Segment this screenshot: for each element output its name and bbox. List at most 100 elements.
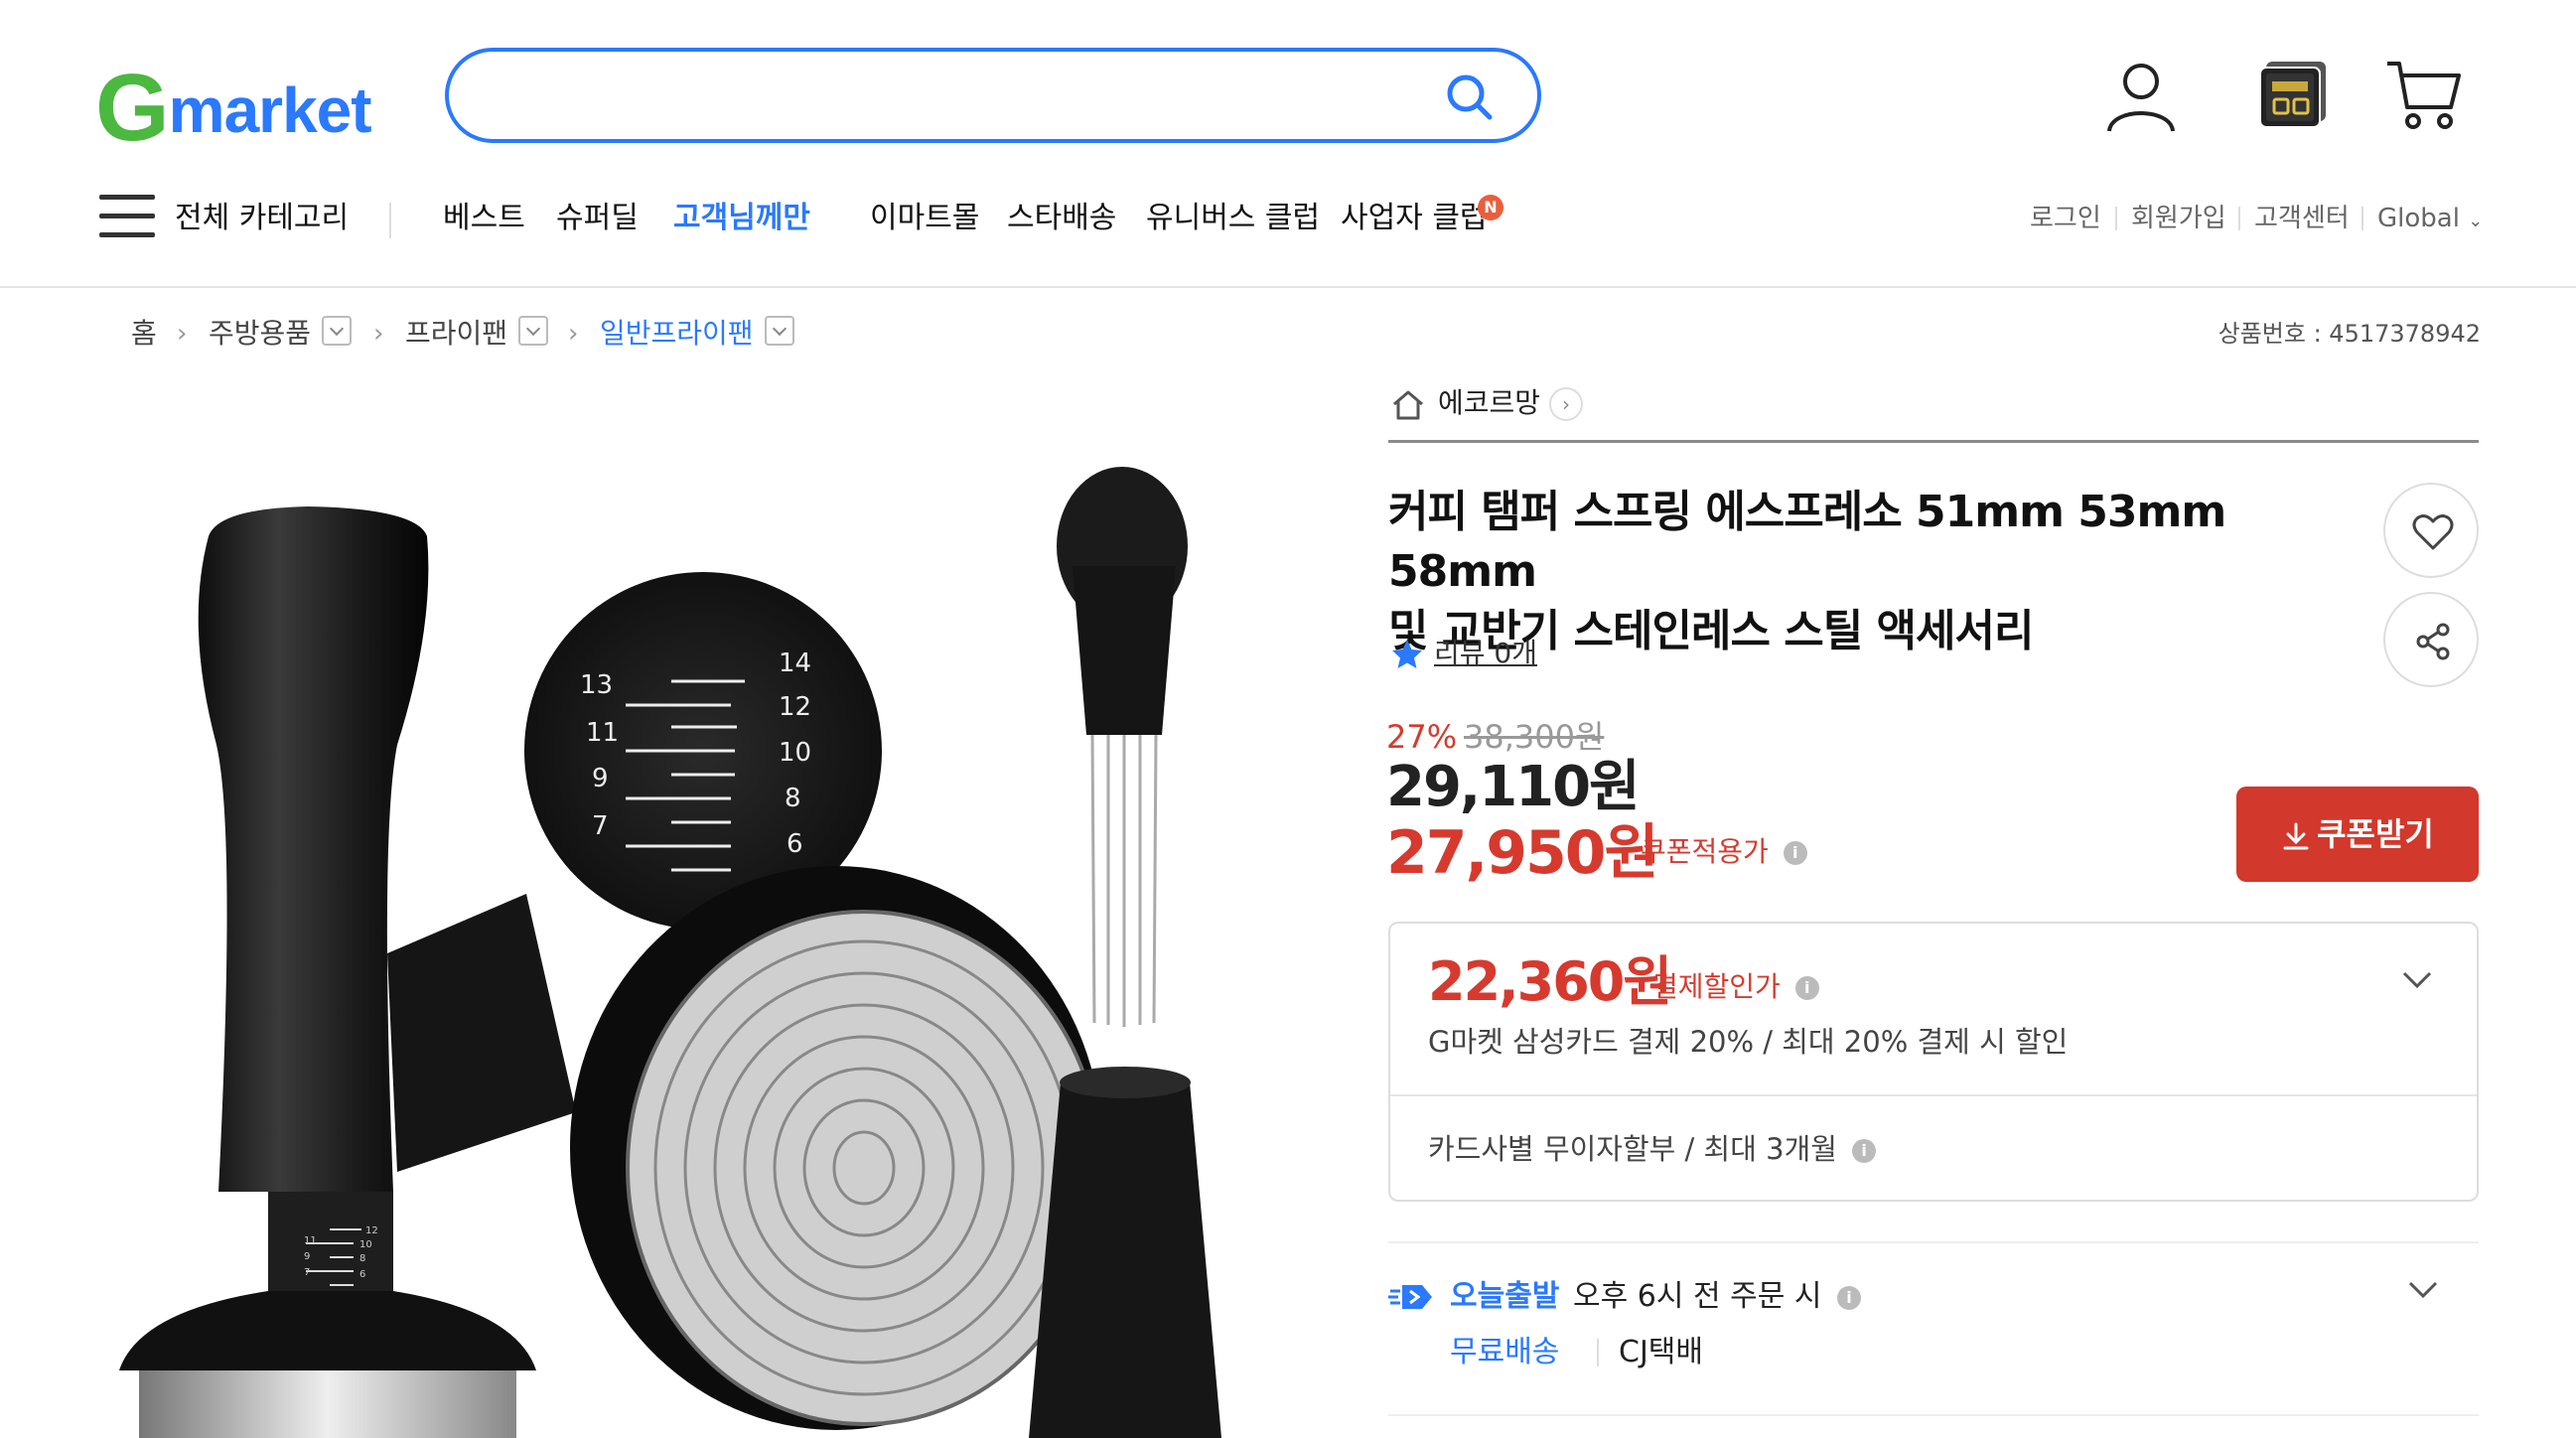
nav-item-star-delivery[interactable]: 스타배송	[1007, 197, 1116, 240]
tamper-base	[119, 1291, 536, 1370]
small-scale-label: 9	[304, 1251, 310, 1262]
util-divider	[2361, 207, 2363, 230]
util-divider	[2115, 207, 2117, 230]
breadcrumb-kitchen[interactable]: 주방용품	[209, 314, 311, 354]
breadcrumb-arrow-icon: ›	[568, 319, 579, 349]
payment-divider	[1390, 1094, 2477, 1096]
search-icon[interactable]	[1442, 70, 1498, 125]
shipping-divider	[1388, 1241, 2479, 1243]
small-scale-label: 6	[359, 1269, 365, 1280]
small-scale-label: 11	[304, 1235, 317, 1246]
product-image[interactable]: 11 9 7 12 10 8 6 13 11 9 7 14 12 10 8 6	[99, 417, 1311, 1438]
stirrer-cap	[1029, 1082, 1221, 1438]
nav-item-emart[interactable]: 이마트몰	[870, 197, 979, 240]
coupon-price: 27,950원	[1386, 818, 1659, 888]
download-icon	[2283, 822, 2309, 850]
all-categories-button[interactable]: 전체 카테고리	[175, 197, 349, 240]
chevron-down-icon[interactable]	[2401, 963, 2433, 995]
user-icon[interactable]	[2101, 56, 2181, 135]
star-icon	[1392, 640, 1422, 668]
breadcrumb-dropdown-icon[interactable]	[765, 316, 794, 346]
cart-icon[interactable]	[2383, 56, 2463, 135]
chevron-down-icon[interactable]	[2407, 1273, 2439, 1305]
nav-divider	[389, 203, 391, 238]
nav-item-best[interactable]: 베스트	[443, 197, 525, 240]
coupon-label-text: 쿠폰적용가	[1641, 835, 1769, 868]
tamper-scale-collar	[268, 1192, 393, 1291]
coupon-button-label: 쿠폰받기	[2317, 815, 2434, 853]
payment-discount-desc: G마켓 삼성카드 결제 20% / 최대 20% 결제 시 할인	[1428, 1025, 2069, 1059]
header-divider	[0, 286, 2576, 288]
small-scale-label: 10	[359, 1239, 372, 1250]
shop-name-link[interactable]: 에코르망	[1438, 383, 1540, 423]
share-button[interactable]	[2383, 592, 2479, 687]
review-count-link[interactable]: 리뷰 0개	[1434, 634, 1537, 673]
nav-item-for-you[interactable]: 고객님께만	[673, 197, 810, 240]
shipping-cutoff-text: 오후 6시 전 주문 시	[1573, 1279, 1822, 1314]
share-icon	[2416, 623, 2450, 660]
heart-icon	[2412, 514, 2454, 550]
tamper-side-neck	[387, 894, 576, 1172]
sale-price: 29,110원	[1386, 755, 1641, 819]
shipping-cutoff: 오후 6시 전 주문 시 i	[1573, 1275, 1861, 1319]
fast-delivery-icon	[1388, 1285, 1432, 1309]
breadcrumb-arrow-icon: ›	[177, 319, 188, 349]
info-icon[interactable]: i	[1836, 1285, 1861, 1310]
new-badge: N	[1478, 195, 1503, 220]
scale-label: 7	[592, 811, 609, 841]
breadcrumb-home[interactable]: 홈	[131, 314, 157, 354]
global-dropdown[interactable]: Global ⌄	[2377, 201, 2483, 239]
recent-item-icon[interactable]	[2252, 56, 2332, 135]
tamper-spiral-face	[626, 910, 1102, 1426]
small-scale-label: 7	[304, 1267, 310, 1278]
download-coupon-button[interactable]: 쿠폰받기	[2236, 787, 2479, 882]
nav-item-business-club[interactable]: 사업자 클럽	[1341, 197, 1488, 240]
scale-label: 8	[785, 784, 801, 813]
payment-discount-label: 결제할인가 i	[1652, 967, 1819, 1007]
tamper-steel-base	[139, 1370, 516, 1438]
logo-text: market	[168, 74, 372, 146]
shipping-separator	[1597, 1339, 1599, 1366]
nav-item-universe-club[interactable]: 유니버스 클럽	[1146, 197, 1320, 240]
payment-label-text: 결제할인가	[1652, 970, 1781, 1003]
shipping-divider	[1388, 1414, 2479, 1416]
installment-info: 카드사별 무이자할부 / 최대 3개월 i	[1428, 1128, 1877, 1170]
scale-label: 9	[592, 764, 609, 793]
customer-center-link[interactable]: 고객센터	[2254, 201, 2350, 236]
stirrer-cap-top	[1060, 1067, 1191, 1098]
shop-divider	[1388, 440, 2479, 443]
breadcrumb-dropdown-icon[interactable]	[518, 316, 548, 346]
search-input[interactable]	[489, 66, 1422, 125]
util-divider	[2238, 207, 2240, 230]
small-scale-label: 12	[365, 1225, 378, 1236]
info-icon[interactable]: i	[1794, 976, 1819, 1000]
scale-label: 11	[586, 718, 619, 748]
coupon-price-label: 쿠폰적용가 i	[1641, 832, 1807, 872]
scale-label: 12	[779, 692, 811, 722]
shop-home-icon[interactable]	[1390, 387, 1426, 423]
installment-text: 카드사별 무이자할부 / 최대 3개월	[1428, 1132, 1837, 1166]
breadcrumb-dropdown-icon[interactable]	[322, 316, 352, 346]
signup-link[interactable]: 회원가입	[2131, 201, 2226, 236]
search-box	[445, 48, 1541, 143]
hamburger-menu-icon[interactable]	[99, 195, 155, 240]
stirrer-handle	[1073, 566, 1176, 735]
today-shipping-label: 오늘출발	[1450, 1279, 1560, 1314]
login-link[interactable]: 로그인	[2030, 201, 2101, 236]
wishlist-button[interactable]	[2383, 483, 2479, 578]
info-icon[interactable]: i	[1852, 1139, 1877, 1163]
nav-item-superdeal[interactable]: 슈퍼딜	[556, 197, 639, 240]
breadcrumb-general-pan[interactable]: 일반프라이팬	[600, 314, 754, 354]
product-number: 상품번호 : 4517378942	[2218, 320, 2481, 348]
chevron-down-icon: ⌄	[2468, 211, 2484, 231]
stirrer-needles	[1090, 734, 1158, 1027]
breadcrumb-arrow-icon: ›	[373, 319, 384, 349]
gmarket-logo[interactable]: Gmarket	[95, 56, 393, 156]
scale-label: 6	[787, 829, 803, 859]
info-icon[interactable]: i	[1783, 841, 1807, 865]
logo-g: G	[95, 55, 170, 161]
global-label: Global	[2377, 204, 2460, 233]
shop-more-icon[interactable]: ›	[1549, 387, 1583, 421]
product-title-line: 커피 탬퍼 스프링 에스프레소 51mm 53mm 58mm	[1388, 487, 2226, 597]
breadcrumb-fryingpan[interactable]: 프라이팬	[405, 314, 507, 354]
